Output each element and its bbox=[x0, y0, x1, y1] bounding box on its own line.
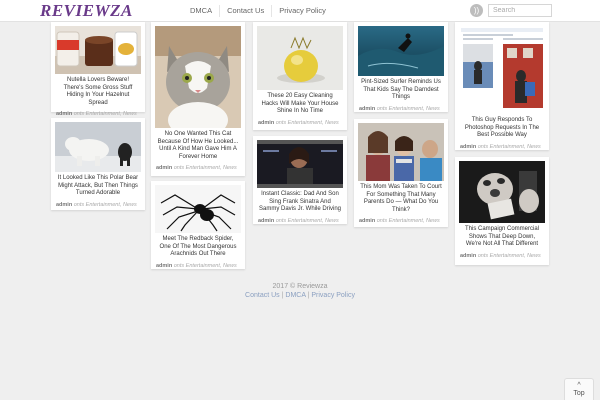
post-categories[interactable]: onts Entertainment, News bbox=[276, 218, 339, 224]
post-meta: admin onts Entertainment, News bbox=[155, 165, 241, 171]
post-thumbnail[interactable] bbox=[358, 26, 444, 76]
post-card[interactable]: It Looked Like This Polar Bear Might Att… bbox=[51, 118, 145, 210]
post-card[interactable]: This Campaign Commercial Shows That Deep… bbox=[455, 157, 549, 265]
post-categories[interactable]: onts Entertainment, News bbox=[174, 263, 237, 269]
post-author[interactable]: admin bbox=[258, 120, 274, 126]
post-author[interactable]: admin bbox=[460, 144, 476, 150]
post-categories[interactable]: onts Entertainment, News bbox=[174, 165, 237, 171]
post-title[interactable]: It Looked Like This Polar Bear Might Att… bbox=[55, 175, 141, 198]
post-card[interactable]: No One Wanted This Cat Because Of How He… bbox=[151, 22, 245, 176]
post-categories[interactable]: onts Entertainment, News bbox=[377, 218, 440, 224]
separator: | bbox=[307, 292, 310, 299]
post-thumbnail[interactable] bbox=[55, 26, 141, 74]
back-to-top-button[interactable]: ^ Top bbox=[564, 378, 594, 400]
post-meta: admin onts Entertainment, News bbox=[358, 106, 444, 112]
post-card[interactable]: Instant Classic: Dad And Son Sing Frank … bbox=[253, 136, 347, 224]
post-meta: admin onts Entertainment, News bbox=[155, 263, 241, 269]
post-card[interactable]: These 20 Easy Cleaning Hacks Will Make Y… bbox=[253, 22, 347, 130]
copyright: 2017 © Reviewza bbox=[272, 283, 328, 290]
post-title[interactable]: This Campaign Commercial Shows That Deep… bbox=[459, 226, 545, 249]
post-title[interactable]: This Mom Was Taken To Court For Somethin… bbox=[358, 184, 444, 214]
nav-link-dmca[interactable]: DMCA bbox=[183, 5, 219, 17]
post-title[interactable]: Instant Classic: Dad And Son Sing Frank … bbox=[257, 191, 343, 214]
post-meta: admin onts Entertainment, News bbox=[459, 253, 545, 259]
post-thumbnail[interactable] bbox=[257, 26, 343, 90]
post-card[interactable]: Nutella Lovers Beware! There's Some Gros… bbox=[51, 22, 145, 117]
post-author[interactable]: admin bbox=[359, 218, 375, 224]
post-meta: admin onts Entertainment, News bbox=[55, 111, 141, 117]
post-title[interactable]: These 20 Easy Cleaning Hacks Will Make Y… bbox=[257, 93, 343, 116]
search-input[interactable] bbox=[488, 4, 552, 17]
post-author[interactable]: admin bbox=[56, 111, 72, 117]
chevron-up-icon: ^ bbox=[577, 382, 581, 389]
site-header: REVIEWZA DMCA Contact Us Privacy Policy … bbox=[0, 0, 600, 22]
post-thumbnail[interactable] bbox=[257, 140, 343, 188]
post-card[interactable]: This Mom Was Taken To Court For Somethin… bbox=[354, 119, 448, 227]
post-title[interactable]: This Guy Responds To Photoshop Requests … bbox=[459, 117, 545, 140]
post-categories[interactable]: onts Entertainment, News bbox=[74, 202, 137, 208]
post-thumbnail[interactable] bbox=[155, 185, 241, 233]
post-author[interactable]: admin bbox=[156, 165, 172, 171]
post-title[interactable]: No One Wanted This Cat Because Of How He… bbox=[155, 131, 241, 161]
site-logo[interactable]: REVIEWZA bbox=[40, 1, 133, 21]
post-card[interactable]: Meet The Redback Spider, One Of The Most… bbox=[151, 181, 245, 269]
post-title[interactable]: Nutella Lovers Beware! There's Some Gros… bbox=[55, 77, 141, 107]
post-categories[interactable]: onts Entertainment, News bbox=[478, 144, 541, 150]
post-thumbnail[interactable] bbox=[155, 26, 241, 128]
post-categories[interactable]: onts Entertainment, News bbox=[377, 106, 440, 112]
post-author[interactable]: admin bbox=[156, 263, 172, 269]
post-author[interactable]: admin bbox=[258, 218, 274, 224]
nav-link-contact[interactable]: Contact Us bbox=[219, 5, 271, 17]
post-author[interactable]: admin bbox=[359, 106, 375, 112]
footer-link-privacy[interactable]: Privacy Policy bbox=[311, 292, 355, 299]
nav-link-privacy[interactable]: Privacy Policy bbox=[271, 5, 333, 17]
post-meta: admin onts Entertainment, News bbox=[459, 144, 545, 150]
post-thumbnail[interactable] bbox=[55, 122, 141, 172]
main-nav: DMCA Contact Us Privacy Policy bbox=[183, 5, 333, 17]
separator: | bbox=[281, 292, 284, 299]
post-thumbnail[interactable] bbox=[358, 123, 444, 181]
post-author[interactable]: admin bbox=[460, 253, 476, 259]
post-title[interactable]: Pint-Sized Surfer Reminds Us That Kids S… bbox=[358, 79, 444, 102]
rss-icon[interactable]: )) bbox=[470, 4, 483, 17]
footer-link-contact[interactable]: Contact Us bbox=[245, 292, 280, 299]
site-footer: 2017 © Reviewza Contact Us | DMCA | Priv… bbox=[0, 283, 600, 299]
post-card[interactable]: Pint-Sized Surfer Reminds Us That Kids S… bbox=[354, 22, 448, 112]
post-thumbnail[interactable] bbox=[459, 26, 545, 114]
post-meta: admin onts Entertainment, News bbox=[358, 218, 444, 224]
footer-links: Contact Us | DMCA | Privacy Policy bbox=[0, 292, 600, 299]
post-meta: admin onts Entertainment, News bbox=[55, 202, 141, 208]
post-categories[interactable]: onts Entertainment, News bbox=[478, 253, 541, 259]
top-label: Top bbox=[573, 390, 585, 397]
post-author[interactable]: admin bbox=[56, 202, 72, 208]
post-title[interactable]: Meet The Redback Spider, One Of The Most… bbox=[155, 236, 241, 259]
post-categories[interactable]: onts Entertainment, News bbox=[276, 120, 339, 126]
post-thumbnail[interactable] bbox=[459, 161, 545, 223]
post-card[interactable]: This Guy Responds To Photoshop Requests … bbox=[455, 22, 549, 150]
post-categories[interactable]: onts Entertainment, News bbox=[74, 111, 137, 117]
footer-link-dmca[interactable]: DMCA bbox=[285, 292, 305, 299]
post-meta: admin onts Entertainment, News bbox=[257, 120, 343, 126]
post-meta: admin onts Entertainment, News bbox=[257, 218, 343, 224]
